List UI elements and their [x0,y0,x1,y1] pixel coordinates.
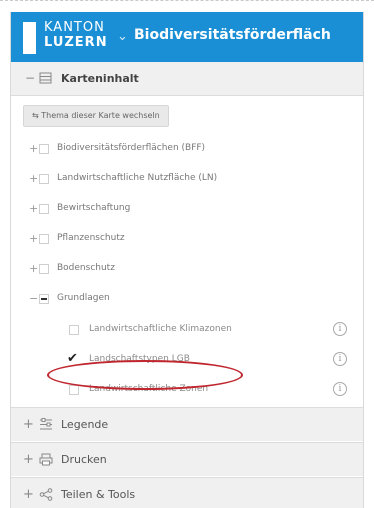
expand-icon[interactable]: + [23,487,34,502]
layer-label: Bewirtschaftung [57,203,131,213]
info-icon[interactable]: i [333,322,347,336]
layer-checkbox[interactable] [39,264,49,274]
printer-icon [39,453,53,466]
layer-group-grundlagen[interactable]: − Grundlagen [11,286,363,312]
layer-group-bff[interactable]: + Biodiversitätsförderflächen (BFF) [11,136,363,162]
collapse-icon[interactable]: − [25,71,35,85]
layer-checkbox[interactable] [39,234,49,244]
layer-checkbox[interactable] [39,204,49,214]
layer-group-pflanzenschutz[interactable]: + Pflanzenschutz [11,226,363,252]
layer-group-ln[interactable]: + Landwirtschaftliche Nutzfläche (LN) [11,166,363,192]
info-icon[interactable]: i [333,382,347,396]
expand-icon[interactable]: + [23,417,34,432]
layer-checkbox-partial[interactable] [39,294,49,304]
logo-line2: LUZERN [44,35,108,50]
canton-logo[interactable]: KANTON LUZERN [44,20,108,50]
layer-group-bewirtschaftung[interactable]: + Bewirtschaftung [11,196,363,222]
layer-label: Pflanzenschutz [57,233,125,243]
layer-checkbox[interactable] [39,174,49,184]
section-karteninhalt[interactable]: − Karteninhalt [11,62,363,96]
expand-icon[interactable]: + [29,142,38,155]
layer-label: Landwirtschaftliche Nutzfläche (LN) [57,173,218,183]
app-header: KANTON LUZERN ⌄ Biodiversitätsförderfläc… [11,12,363,62]
expand-icon[interactable]: + [29,262,38,275]
section-legende[interactable]: + Legende [11,407,363,441]
section-title: Legende [61,418,109,431]
layer-label: Landwirtschaftliche Klimazonen [89,324,232,334]
legend-list-icon [40,418,52,430]
layer-label: Biodiversitätsförderflächen (BFF) [57,143,206,153]
section-drucken[interactable]: + Drucken [11,442,363,476]
top-edge [0,0,374,2]
expand-icon[interactable]: + [29,172,38,185]
logo-line1: KANTON [44,20,105,35]
expand-icon[interactable]: + [23,452,34,467]
layer-checkbox[interactable] [69,385,79,395]
expand-icon[interactable]: + [29,232,38,245]
section-title: Teilen & Tools [61,488,136,501]
sublayer-klimazonen[interactable]: Landwirtschaftliche Klimazonen i [11,318,363,342]
map-layers-icon [39,72,52,84]
layer-label: Bodenschutz [57,263,115,273]
collapse-icon[interactable]: − [29,292,38,305]
highlight-annotation [47,360,243,390]
layer-label: Grundlagen [57,293,110,303]
layer-panel: KANTON LUZERN ⌄ Biodiversitätsförderfläc… [10,12,364,508]
expand-icon[interactable]: + [29,202,38,215]
switch-theme-button[interactable]: ⇆ Thema dieser Karte wechseln [23,105,169,127]
section-teilen-tools[interactable]: + Teilen & Tools [11,477,363,508]
share-icon [39,488,53,501]
section-title: Drucken [61,453,107,466]
app-title[interactable]: Biodiversitätsförderfläch [134,27,331,43]
canton-logo-mark [23,22,36,54]
chevron-down-icon[interactable]: ⌄ [117,29,128,44]
layer-checkbox[interactable] [69,325,79,335]
layer-checkbox[interactable] [39,144,49,154]
layer-group-bodenschutz[interactable]: + Bodenschutz [11,256,363,282]
info-icon[interactable]: i [333,352,347,366]
section-title: Karteninhalt [61,72,139,85]
